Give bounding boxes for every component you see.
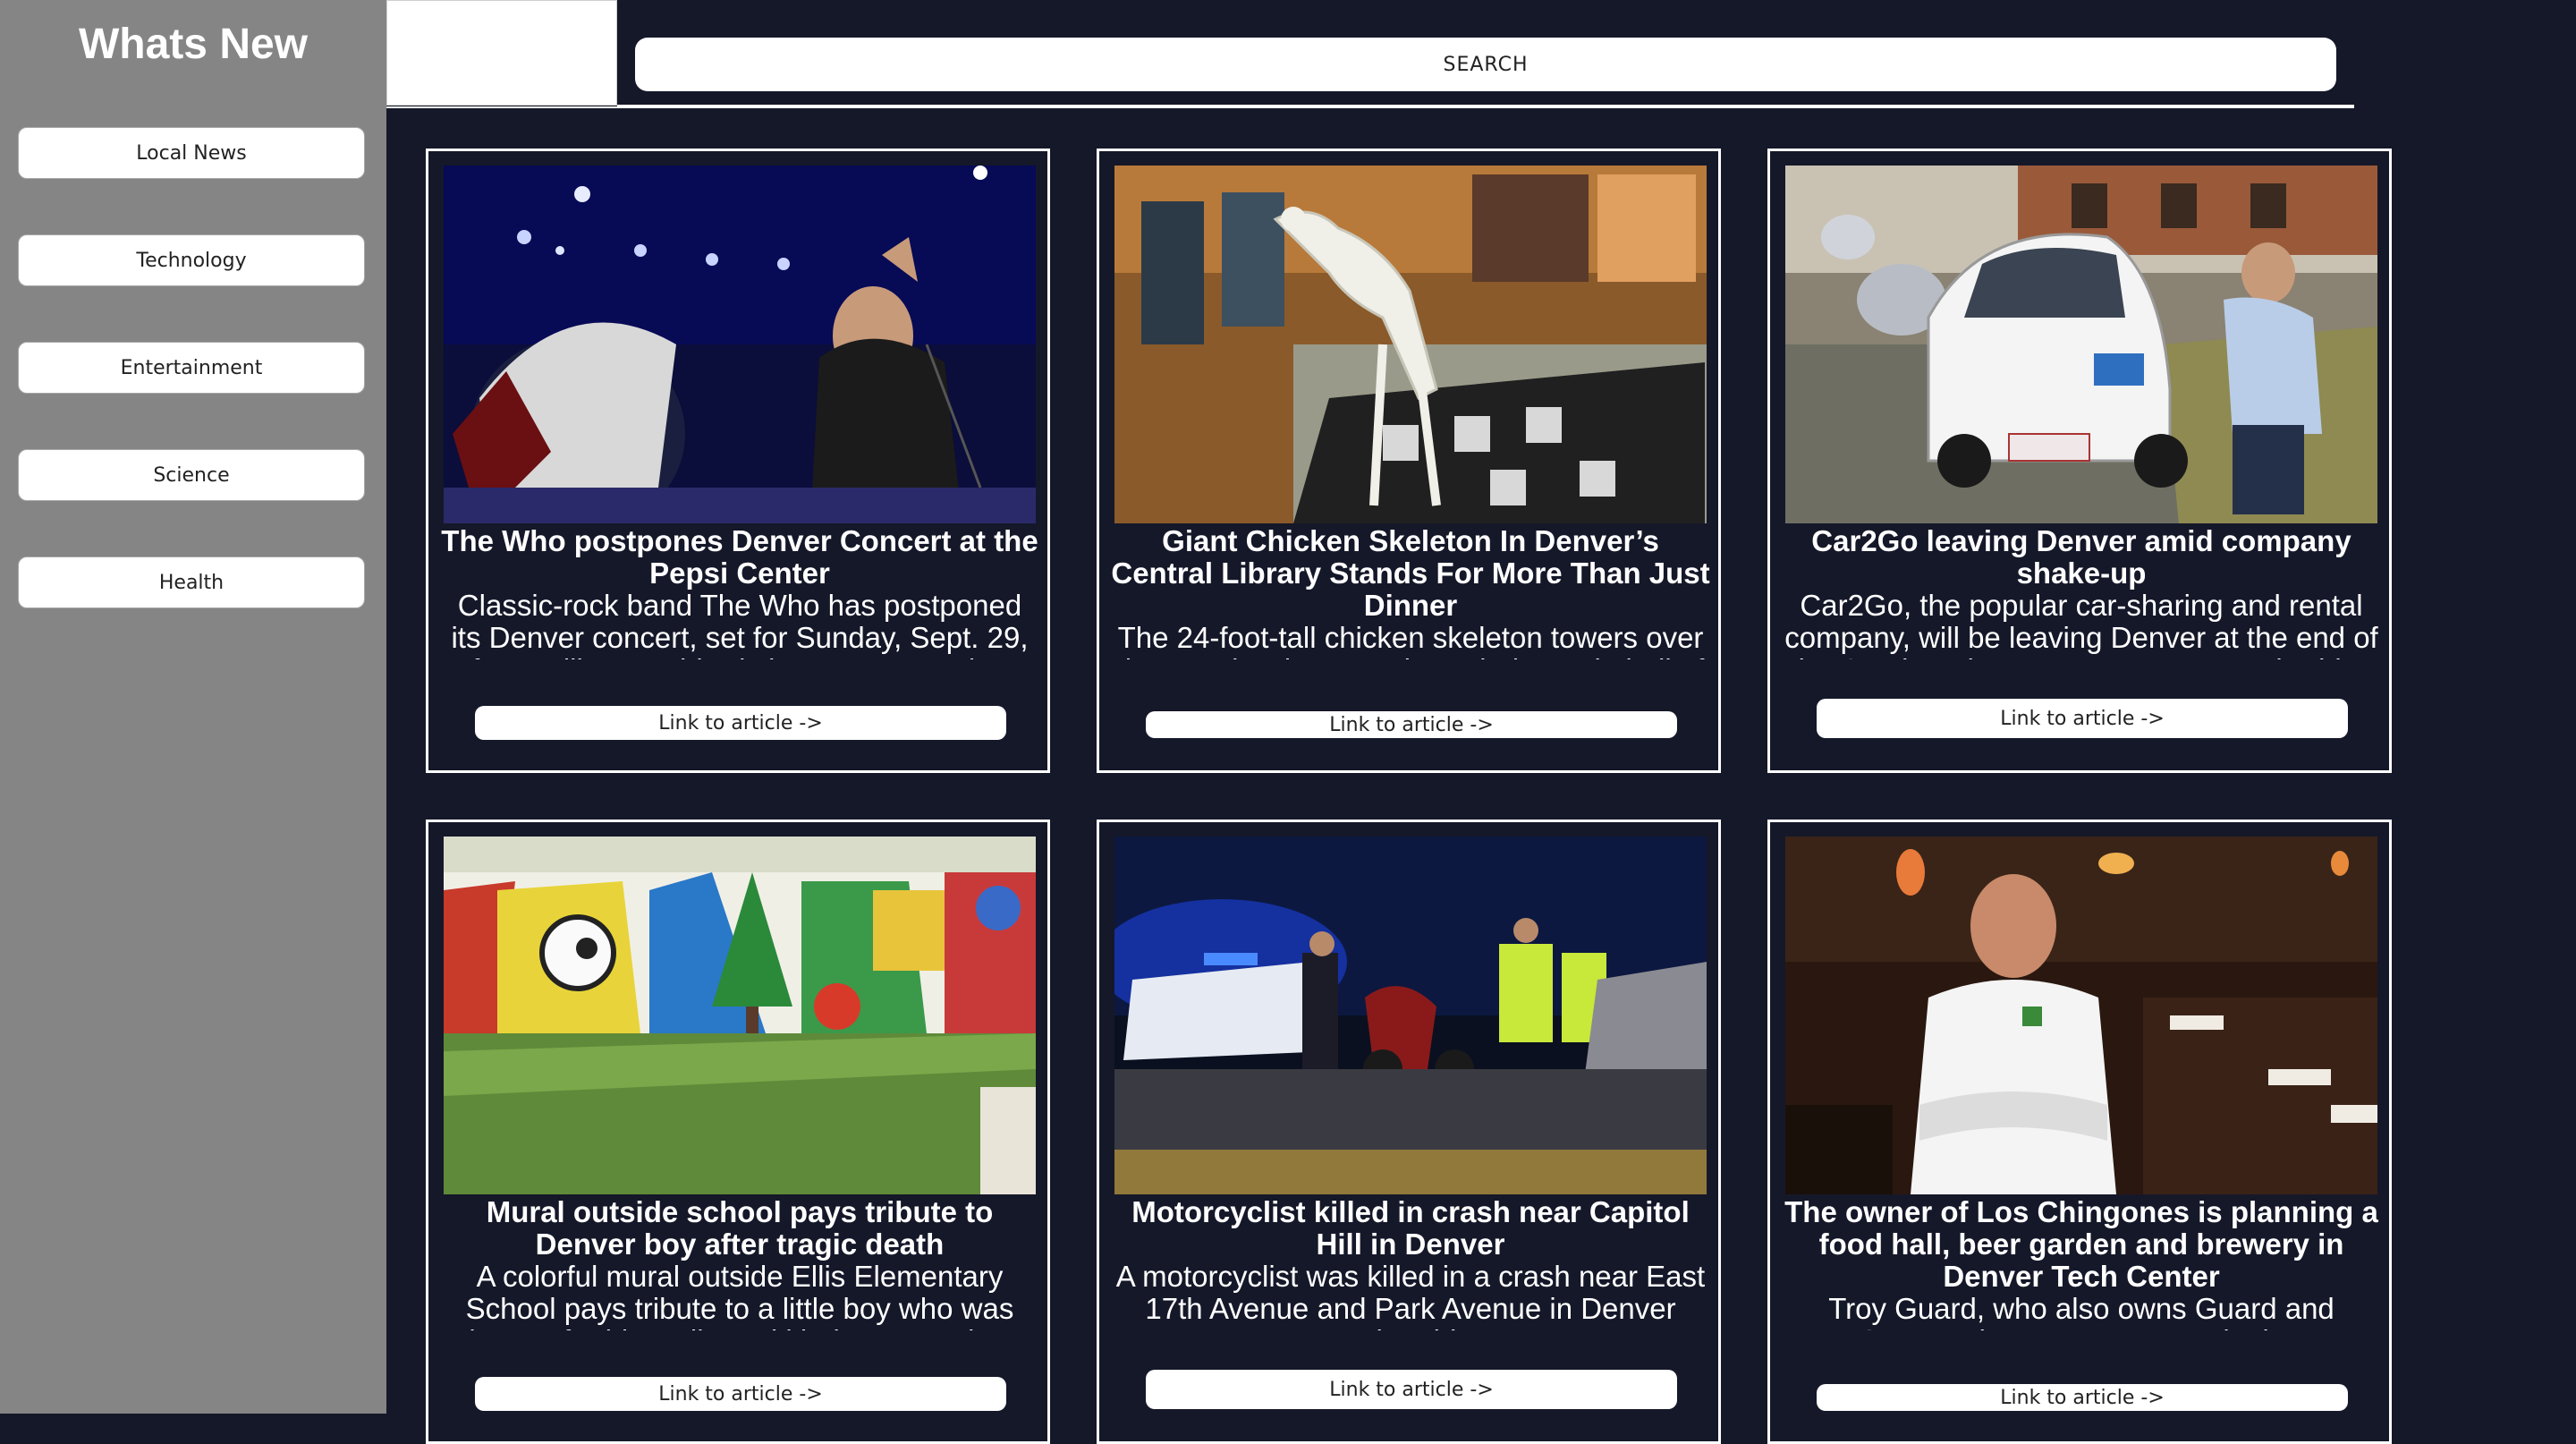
search-button[interactable]: SEARCH <box>635 38 2336 91</box>
article-title: Giant Chicken Skeleton In Denver’s Centr… <box>1111 525 1710 622</box>
nav-entertainment-button[interactable]: Entertainment <box>18 342 365 394</box>
article-title: Car2Go leaving Denver amid company shake… <box>1811 525 2351 590</box>
article-image-library <box>1114 166 1707 523</box>
article-card: Motorcyclist killed in crash near Capito… <box>1097 820 1721 1444</box>
site-title: Whats New <box>78 21 309 68</box>
article-title: The Who postpones Denver Concert at the … <box>441 525 1038 590</box>
article-card: Car2Go leaving Denver amid company shake… <box>1767 149 2392 773</box>
article-link-button[interactable]: Link to article -> <box>1817 699 2348 738</box>
article-link-button[interactable]: Link to article -> <box>1817 1384 2348 1411</box>
library-photo <box>1114 166 1707 523</box>
article-card: Giant Chicken Skeleton In Denver’s Centr… <box>1097 149 1721 773</box>
article-image-restaurant <box>1785 837 2377 1194</box>
sidebar: Whats New Local News Technology Entertai… <box>0 0 386 1414</box>
article-title: Mural outside school pays tribute to Den… <box>486 1196 994 1261</box>
article-link-button[interactable]: Link to article -> <box>1146 1370 1677 1409</box>
nav-science-button[interactable]: Science <box>18 449 365 501</box>
article-card: The Who postpones Denver Concert at the … <box>426 149 1050 773</box>
mural-photo <box>444 837 1036 1194</box>
nav-local-news-button[interactable]: Local News <box>18 127 365 179</box>
article-image-concert <box>444 166 1036 523</box>
article-description: The 24-foot-tall chicken skeleton towers… <box>1117 621 1705 660</box>
article-description: A colorful mural outside Ellis Elementar… <box>465 1260 1014 1331</box>
article-description: Car2Go, the popular car-sharing and rent… <box>1784 589 2378 660</box>
chef-photo <box>1785 837 2377 1194</box>
article-image-mural <box>444 837 1036 1194</box>
article-text: The owner of Los Chingones is planning a… <box>1781 1196 2382 1330</box>
article-link-button[interactable]: Link to article -> <box>475 1377 1006 1411</box>
article-link-button[interactable]: Link to article -> <box>475 706 1006 740</box>
article-link-button[interactable]: Link to article -> <box>1146 711 1677 738</box>
article-card: The owner of Los Chingones is planning a… <box>1767 820 2392 1444</box>
article-description: Troy Guard, who also owns Guard and Grac… <box>1828 1292 2334 1331</box>
article-text: The Who postpones Denver Concert at the … <box>439 525 1040 659</box>
article-text: Mural outside school pays tribute to Den… <box>439 1196 1040 1330</box>
search-underline <box>617 105 2354 108</box>
article-title: The owner of Los Chingones is planning a… <box>1784 1196 2378 1293</box>
article-text: Car2Go leaving Denver amid company shake… <box>1781 525 2382 659</box>
header-divider <box>386 106 617 108</box>
article-card: Mural outside school pays tribute to Den… <box>426 820 1050 1444</box>
crash-scene-photo <box>1114 837 1707 1194</box>
article-text: Giant Chicken Skeleton In Denver’s Centr… <box>1110 525 1711 659</box>
article-description: A motorcyclist was killed in a crash nea… <box>1115 1260 1706 1331</box>
article-image-crash <box>1114 837 1707 1194</box>
concert-photo <box>444 166 1036 523</box>
article-description: Classic-rock band The Who has postponed … <box>451 589 1029 660</box>
article-text: Motorcyclist killed in crash near Capito… <box>1110 1196 1711 1330</box>
nav-health-button[interactable]: Health <box>18 556 365 608</box>
article-image-car2go <box>1785 166 2377 523</box>
nav-technology-button[interactable]: Technology <box>18 234 365 286</box>
car-photo <box>1785 166 2377 523</box>
logo-placeholder <box>386 0 617 106</box>
article-title: Motorcyclist killed in crash near Capito… <box>1131 1196 1690 1261</box>
